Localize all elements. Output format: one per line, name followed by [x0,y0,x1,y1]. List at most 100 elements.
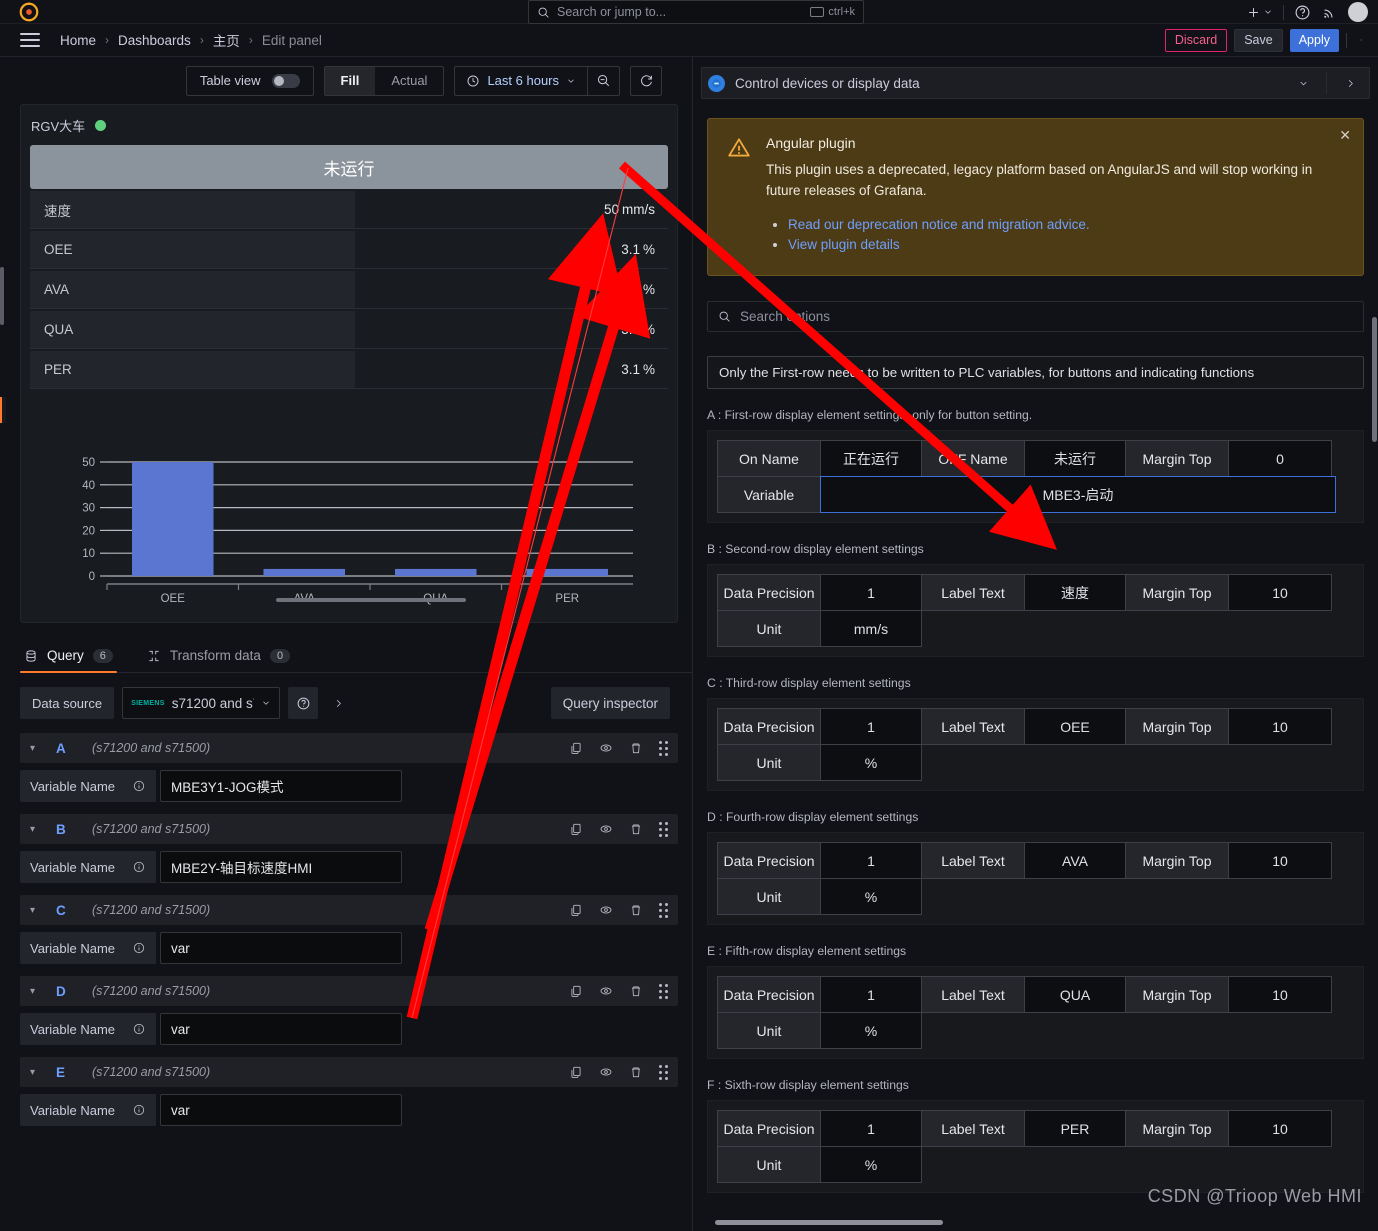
eye-icon[interactable] [599,903,613,917]
info-circle-icon[interactable] [132,1022,146,1036]
save-button[interactable]: Save [1234,28,1283,52]
add-button[interactable] [1246,5,1273,20]
drag-handle-icon[interactable] [659,902,668,918]
option-field-value[interactable]: % [820,744,922,782]
eye-icon[interactable] [599,984,613,998]
datasource-help-button[interactable] [288,687,319,719]
alert-link-deprecation-text[interactable]: Read our deprecation notice and migratio… [788,217,1090,232]
query-row-header[interactable]: ▾ C (s71200 and s71500) [20,895,678,925]
table-view-toggle[interactable]: Table view [185,65,314,96]
copy-icon[interactable] [569,822,583,836]
option-field-value[interactable]: mm/s [820,610,922,648]
option-field-value[interactable]: 10 [1228,574,1332,612]
info-circle-icon[interactable] [132,779,146,793]
copy-icon[interactable] [569,741,583,755]
info-circle-icon[interactable] [132,941,146,955]
option-field-value[interactable]: MBE3-启动 [820,476,1336,514]
grafana-logo-icon[interactable] [18,1,40,23]
trash-icon[interactable] [629,984,643,998]
chevron-down-icon[interactable]: ▾ [30,1067,44,1078]
chevron-down-icon[interactable]: ▾ [30,824,44,835]
chart-scrollbar[interactable] [276,598,466,602]
info-circle-icon[interactable] [132,1103,146,1117]
eye-icon[interactable] [599,822,613,836]
query-row-header[interactable]: ▾ B (s71200 and s71500) [20,814,678,844]
query-row-header[interactable]: ▾ A (s71200 and s71500) [20,733,678,763]
global-search-box[interactable]: Search or jump to... ctrl+k [528,0,864,24]
option-field-value[interactable]: % [820,1012,922,1050]
variable-name-input[interactable]: MBE2Y-轴目标速度HMI [160,851,402,883]
page-scrollbar[interactable] [0,57,5,1231]
zoom-out-button[interactable] [587,66,619,95]
time-range-picker[interactable]: Last 6 hours [455,67,587,95]
copy-icon[interactable] [569,984,583,998]
variable-name-input[interactable]: var [160,932,402,964]
variable-name-input[interactable]: var [160,1094,402,1126]
drag-handle-icon[interactable] [659,1064,668,1080]
user-avatar[interactable] [1348,2,1368,22]
options-pane-scrollbar[interactable] [1372,317,1377,442]
option-field-value[interactable]: 1 [820,1110,922,1148]
eye-icon[interactable] [599,1065,613,1079]
option-field-value[interactable]: 10 [1228,708,1332,746]
option-field-value[interactable]: 速度 [1024,574,1126,612]
trash-icon[interactable] [629,741,643,755]
trash-icon[interactable] [629,1065,643,1079]
drag-handle-icon[interactable] [659,983,668,999]
option-field-value[interactable]: 10 [1228,842,1332,880]
info-circle-icon[interactable] [132,860,146,874]
eye-icon[interactable] [599,741,613,755]
option-field-value[interactable]: 1 [820,976,922,1014]
trash-icon[interactable] [629,822,643,836]
option-field-value[interactable]: 10 [1228,976,1332,1014]
query-row-header[interactable]: ▾ D (s71200 and s71500) [20,976,678,1006]
option-field-value[interactable]: % [820,878,922,916]
query-inspector-button[interactable]: Query inspector [550,687,670,719]
chevron-up-icon[interactable] [1354,33,1368,47]
discard-button[interactable]: Discard [1164,28,1228,52]
chevron-down-icon[interactable]: ▾ [30,743,44,754]
run-state-button[interactable]: 未运行 [30,145,668,189]
option-field-value[interactable]: 0 [1228,440,1332,478]
rss-icon[interactable] [1321,4,1338,21]
option-field-value[interactable]: OEE [1024,708,1126,746]
option-field-value[interactable]: 1 [820,574,922,612]
question-circle-icon[interactable] [1294,4,1311,21]
datasource-expand-button[interactable] [326,687,350,719]
option-field-value[interactable]: AVA [1024,842,1126,880]
option-field-value[interactable]: 1 [820,842,922,880]
tab-query[interactable]: Query 6 [20,639,117,673]
breadcrumb-item-dashboards[interactable]: Dashboards [118,33,191,48]
trash-icon[interactable] [629,903,643,917]
variable-name-input[interactable]: MBE3Y1-JOG模式 [160,770,402,802]
copy-icon[interactable] [569,903,583,917]
alert-link-deprecation[interactable]: Read our deprecation notice and migratio… [788,217,1345,232]
option-field-value[interactable]: 正在运行 [820,440,922,478]
segment-fill[interactable]: Fill [324,66,376,95]
close-icon[interactable]: ✕ [1339,127,1351,144]
drag-handle-icon[interactable] [659,821,668,837]
hamburger-menu-icon[interactable] [20,33,40,47]
visualization-picker[interactable]: Control devices or display data [701,67,1370,99]
option-field-value[interactable]: 1 [820,708,922,746]
viz-picker-caret[interactable] [1290,68,1316,98]
apply-button[interactable]: Apply [1289,28,1339,52]
option-field-value[interactable]: % [820,1146,922,1184]
breadcrumb-item-dashboard[interactable]: 主页 [213,30,240,50]
alert-link-plugin-details-text[interactable]: View plugin details [788,237,900,252]
copy-icon[interactable] [569,1065,583,1079]
option-field-value[interactable]: PER [1024,1110,1126,1148]
option-field-value[interactable]: 10 [1228,1110,1332,1148]
chevron-down-icon[interactable]: ▾ [30,986,44,997]
query-row-header[interactable]: ▾ E (s71200 and s71500) [20,1057,678,1087]
datasource-select[interactable]: SIEMENS s71200 and s7 [122,687,281,719]
options-search-box[interactable]: Search options [707,301,1364,333]
table-view-switch[interactable] [271,73,300,88]
alert-link-plugin-details[interactable]: View plugin details [788,237,1345,252]
drag-handle-icon[interactable] [659,740,668,756]
breadcrumb-item-home[interactable]: Home [60,33,96,48]
options-horizontal-scrollbar[interactable] [707,1220,1373,1225]
variable-name-input[interactable]: var [160,1013,402,1045]
chevron-down-icon[interactable]: ▾ [30,905,44,916]
segment-actual[interactable]: Actual [375,67,443,95]
